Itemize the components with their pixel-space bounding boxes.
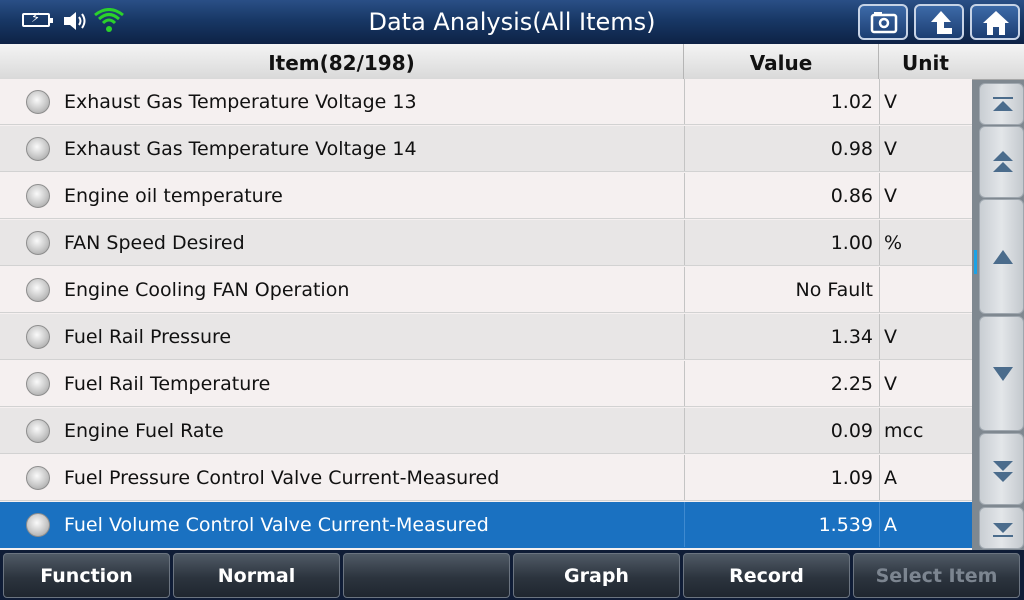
table-row-selected[interactable]: Fuel Volume Control Valve Current-Measur… <box>0 502 972 548</box>
table-row[interactable]: Exhaust Gas Temperature Voltage 14 0.98 … <box>0 126 972 172</box>
page-up-button[interactable] <box>979 126 1024 198</box>
item-unit: A <box>879 455 972 500</box>
item-value: 1.34 <box>684 314 879 359</box>
row-select-radio[interactable] <box>26 137 50 161</box>
line-up-button[interactable] <box>979 199 1024 314</box>
bottom-toolbar: Function Normal Graph Record Select Item <box>0 550 1024 600</box>
item-value: 1.539 <box>684 502 879 547</box>
item-name: Fuel Rail Pressure <box>64 326 232 348</box>
scroll-panel <box>972 44 1024 550</box>
scroll-header <box>972 44 1024 80</box>
row-select-radio[interactable] <box>26 372 50 396</box>
row-select-radio[interactable] <box>26 419 50 443</box>
table-row[interactable]: Fuel Rail Pressure 1.34 V <box>0 314 972 360</box>
item-value: 0.98 <box>684 126 879 171</box>
item-value: 0.86 <box>684 173 879 218</box>
item-name: Engine oil temperature <box>64 185 283 207</box>
item-unit: V <box>879 314 972 359</box>
item-unit <box>879 267 972 312</box>
item-value: 1.02 <box>684 79 879 124</box>
print-screen-button[interactable] <box>858 4 908 40</box>
normal-button[interactable]: Normal <box>173 553 340 598</box>
item-unit: % <box>879 220 972 265</box>
item-unit: V <box>879 126 972 171</box>
page-down-button[interactable] <box>979 433 1024 505</box>
scroll-bottom-button[interactable] <box>979 507 1024 549</box>
table-header: Item(82/198) Value Unit <box>0 44 972 80</box>
row-select-radio[interactable] <box>26 184 50 208</box>
page-up-icon <box>993 151 1013 172</box>
row-select-radio[interactable] <box>26 325 50 349</box>
column-header-unit: Unit <box>902 51 949 75</box>
print-screen-icon <box>870 12 898 34</box>
item-name: FAN Speed Desired <box>64 232 245 254</box>
title-bar: Data Analysis(All Items) ⚡ <box>0 0 1024 44</box>
line-down-icon <box>993 367 1013 381</box>
scroll-top-icon <box>993 97 1013 111</box>
row-select-radio[interactable] <box>26 513 50 537</box>
row-select-radio[interactable] <box>26 231 50 255</box>
function-button[interactable]: Function <box>3 553 170 598</box>
row-select-radio[interactable] <box>26 278 50 302</box>
line-down-button[interactable] <box>979 316 1024 431</box>
row-select-radio[interactable] <box>26 90 50 114</box>
item-value: 1.00 <box>684 220 879 265</box>
item-unit: V <box>879 361 972 406</box>
scroll-bottom-icon <box>993 523 1013 537</box>
item-unit: A <box>879 502 972 547</box>
scroll-position-indicator <box>974 250 977 274</box>
table-row[interactable]: Engine oil temperature 0.86 V <box>0 173 972 219</box>
table-row[interactable]: Engine Fuel Rate 0.09 mcc <box>0 408 972 454</box>
scroll-top-button[interactable] <box>979 83 1024 125</box>
item-unit: V <box>879 173 972 218</box>
data-table: Item(82/198) Value Unit Exhaust Gas Temp… <box>0 44 972 550</box>
item-value: 1.09 <box>684 455 879 500</box>
item-name: Fuel Volume Control Valve Current-Measur… <box>64 514 489 536</box>
back-button[interactable] <box>914 4 964 40</box>
item-name: Fuel Pressure Control Valve Current-Meas… <box>64 467 500 489</box>
column-header-item: Item(82/198) <box>0 44 684 79</box>
item-value: No Fault <box>684 267 879 312</box>
record-button[interactable]: Record <box>683 553 850 598</box>
row-select-radio[interactable] <box>26 466 50 490</box>
speaker-icon <box>62 9 90 33</box>
item-name: Engine Fuel Rate <box>64 420 224 442</box>
table-row[interactable]: Fuel Rail Temperature 2.25 V <box>0 361 972 407</box>
battery-charging-icon: ⚡ <box>22 11 53 27</box>
select-item-button[interactable]: Select Item <box>853 553 1020 598</box>
table-row[interactable]: FAN Speed Desired 1.00 % <box>0 220 972 266</box>
column-header-value: Value <box>684 44 879 79</box>
item-name: Fuel Rail Temperature <box>64 373 271 395</box>
home-icon <box>983 11 1009 35</box>
table-row[interactable]: Fuel Pressure Control Valve Current-Meas… <box>0 455 972 501</box>
item-value: 0.09 <box>684 408 879 453</box>
item-unit: mcc <box>879 408 972 453</box>
item-name: Engine Cooling FAN Operation <box>64 279 350 301</box>
table-row[interactable]: Exhaust Gas Temperature Voltage 13 1.02 … <box>0 79 972 125</box>
back-arrow-icon <box>931 11 952 34</box>
table-row[interactable]: Engine Cooling FAN Operation No Fault <box>0 267 972 313</box>
item-value: 2.25 <box>684 361 879 406</box>
item-unit: V <box>879 79 972 124</box>
item-name: Exhaust Gas Temperature Voltage 13 <box>64 91 417 113</box>
page-down-icon <box>993 461 1013 482</box>
graph-button[interactable]: Graph <box>513 553 680 598</box>
item-name: Exhaust Gas Temperature Voltage 14 <box>64 138 417 160</box>
home-button[interactable] <box>970 4 1020 40</box>
blank-button[interactable] <box>343 553 510 598</box>
wifi-icon <box>94 8 124 34</box>
line-up-icon <box>993 250 1013 264</box>
